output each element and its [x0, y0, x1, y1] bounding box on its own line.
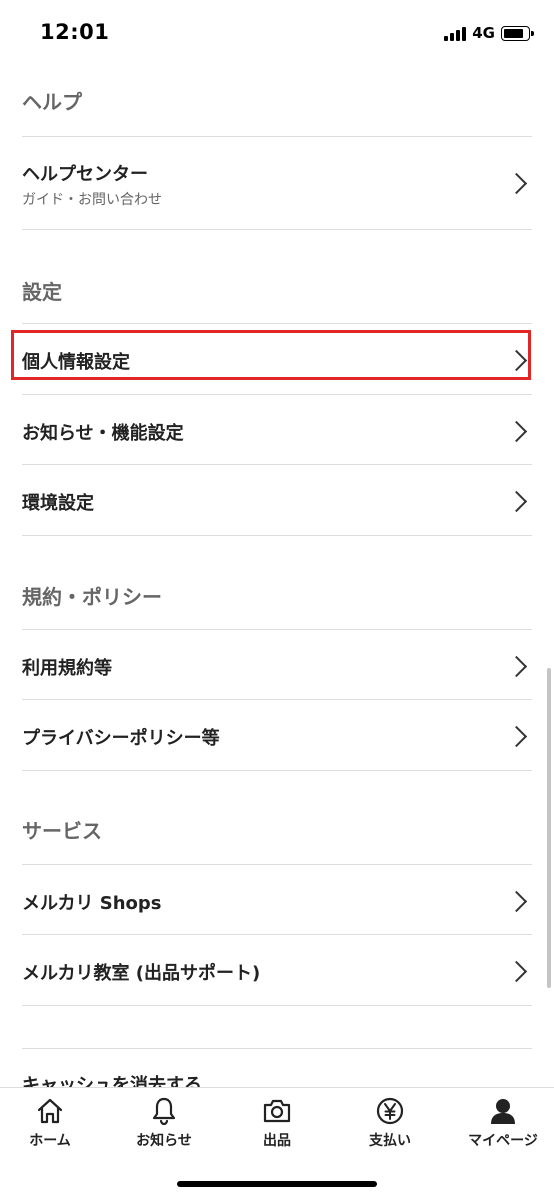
divider	[22, 770, 532, 771]
environment-settings-label: 環境設定	[22, 493, 94, 514]
battery-icon	[501, 25, 534, 41]
yen-icon	[376, 1097, 404, 1125]
tab-payment[interactable]: 支払い	[335, 1096, 445, 1156]
home-indicator	[177, 1181, 377, 1187]
scrollbar[interactable]	[547, 668, 551, 988]
battery-level	[504, 28, 523, 38]
divider	[22, 535, 532, 536]
clear-cache-row[interactable]: キャッシュを消去する	[0, 1049, 554, 1087]
mercari-school-label: メルカリ教室 (出品サポート)	[22, 963, 261, 984]
signal-icon	[444, 26, 467, 41]
section-header-settings: 設定	[22, 280, 62, 304]
section-header-help: ヘルプ	[22, 90, 82, 114]
chevron-right-icon	[505, 490, 528, 513]
tab-home[interactable]: ホーム	[0, 1096, 105, 1156]
tab-sell-label: 出品	[263, 1133, 291, 1149]
notification-feature-settings-row[interactable]: お知らせ・機能設定	[0, 395, 554, 465]
chevron-right-icon	[505, 890, 528, 913]
mercari-school-row[interactable]: メルカリ教室 (出品サポート)	[0, 935, 554, 1005]
tab-mypage-label: マイページ	[468, 1133, 538, 1149]
divider	[22, 1005, 532, 1006]
highlight-box	[11, 330, 531, 380]
mercari-shops-label: メルカリ Shops	[22, 893, 162, 914]
help-center-label: ヘルプセンター	[22, 164, 148, 185]
tab-notifications-label: お知らせ	[136, 1133, 192, 1149]
tab-notifications[interactable]: お知らせ	[109, 1096, 219, 1156]
person-icon	[491, 1099, 515, 1124]
tab-sell[interactable]: 出品	[222, 1096, 332, 1156]
section-header-policy: 規約・ポリシー	[22, 585, 162, 609]
chevron-right-icon	[505, 420, 528, 443]
status-bar: 12:01 4G	[0, 0, 554, 66]
chevron-right-icon	[505, 725, 528, 748]
chevron-right-icon	[505, 655, 528, 678]
settings-screen: 12:01 4G ヘルプ ヘルプセンター ガイド・お問い合わせ 設定 個人情報設…	[0, 0, 554, 1200]
privacy-policy-label: プライバシーポリシー等	[22, 728, 220, 749]
tab-payment-label: 支払い	[369, 1133, 411, 1149]
network-type: 4G	[472, 24, 495, 42]
camera-icon	[263, 1099, 291, 1123]
clear-cache-label: キャッシュを消去する	[22, 1075, 202, 1087]
notification-feature-settings-label: お知らせ・機能設定	[22, 423, 184, 444]
help-center-row[interactable]: ヘルプセンター ガイド・お問い合わせ	[0, 137, 554, 229]
status-indicators: 4G	[444, 24, 534, 42]
divider	[22, 229, 532, 230]
status-time: 12:01	[40, 20, 110, 44]
chevron-right-icon	[505, 172, 528, 195]
home-icon	[37, 1098, 63, 1124]
section-header-service: サービス	[22, 819, 102, 843]
terms-row[interactable]: 利用規約等	[0, 630, 554, 700]
mercari-shops-row[interactable]: メルカリ Shops	[0, 865, 554, 935]
chevron-right-icon	[505, 960, 528, 983]
tab-mypage[interactable]: マイページ	[448, 1096, 554, 1156]
help-center-sub: ガイド・お問い合わせ	[22, 192, 162, 208]
tab-home-label: ホーム	[29, 1133, 71, 1149]
privacy-policy-row[interactable]: プライバシーポリシー等	[0, 700, 554, 770]
terms-label: 利用規約等	[22, 658, 112, 679]
bell-icon	[152, 1097, 176, 1126]
environment-settings-row[interactable]: 環境設定	[0, 465, 554, 535]
